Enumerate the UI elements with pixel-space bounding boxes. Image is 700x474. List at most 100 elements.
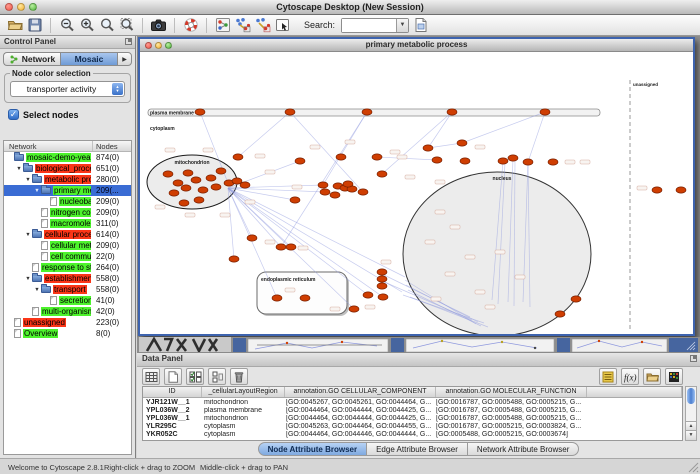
table-cell[interactable]: [GO:0016787, GO:0005488, GO:0005215, G..… bbox=[433, 440, 583, 441]
expander-icon[interactable]: ▼ bbox=[15, 166, 23, 172]
tree-row[interactable]: ▼transport558(0) bbox=[4, 284, 131, 295]
tabs-overflow-arrow[interactable]: ▶ bbox=[117, 52, 132, 66]
zoom-view-button[interactable] bbox=[165, 42, 172, 49]
unselect-attributes-icon[interactable] bbox=[208, 368, 226, 385]
tab-mosaic[interactable]: Mosaic bbox=[60, 52, 117, 66]
table-cell[interactable]: YPL036W__1 bbox=[143, 415, 201, 422]
table-row[interactable]: YPL036W__1mitochondrion[GO:0044464, GO:0… bbox=[143, 414, 682, 422]
tree-row[interactable]: mosaic-demo-yeast874(0) bbox=[4, 152, 131, 163]
tab-edge-attribute-browser[interactable]: Edge Attribute Browser bbox=[367, 442, 468, 456]
close-window-button[interactable] bbox=[5, 3, 13, 11]
node[interactable] bbox=[318, 182, 328, 188]
tree-header[interactable]: Network Nodes bbox=[4, 141, 131, 152]
table-row[interactable]: YJR121W__1mitochondrion[GO:0045267, GO:0… bbox=[143, 398, 682, 406]
tree-row[interactable]: secretion41(0) bbox=[4, 295, 131, 306]
node[interactable] bbox=[285, 109, 295, 115]
expander-icon[interactable]: ▼ bbox=[24, 276, 32, 282]
close-view-button[interactable] bbox=[145, 42, 152, 49]
tree-row[interactable]: cell communicat22(0) bbox=[4, 251, 131, 262]
node[interactable] bbox=[457, 140, 467, 146]
tree-row[interactable]: ▼cellular process614(0) bbox=[4, 229, 131, 240]
tree-row[interactable]: unassigned223(0) bbox=[4, 317, 131, 328]
zoom-window-button[interactable] bbox=[29, 3, 37, 11]
table-scrollbar[interactable]: ▲ ▼ bbox=[685, 386, 697, 441]
edge[interactable] bbox=[290, 112, 363, 192]
expander-icon[interactable]: ▼ bbox=[24, 232, 32, 238]
expander-icon[interactable]: ▼ bbox=[24, 177, 32, 183]
node[interactable] bbox=[540, 109, 550, 115]
node[interactable] bbox=[377, 269, 387, 275]
copy-network-view-icon[interactable] bbox=[234, 17, 251, 34]
node[interactable] bbox=[183, 170, 193, 176]
node[interactable] bbox=[555, 311, 565, 317]
zoom-fit-content-icon[interactable] bbox=[118, 17, 135, 34]
edge[interactable] bbox=[382, 112, 452, 174]
table-cell[interactable]: [GO:0016787, GO:0005215, GO:0003824, G..… bbox=[433, 423, 583, 430]
table-row[interactable]: YDR039C__1mitochondrion[GO:0044464, GO:0… bbox=[143, 439, 682, 441]
node[interactable] bbox=[336, 154, 346, 160]
open-file-icon[interactable] bbox=[6, 17, 23, 34]
node[interactable] bbox=[508, 155, 518, 161]
tree-row[interactable]: ▼primary metabo209(... bbox=[4, 185, 131, 196]
edge[interactable] bbox=[281, 112, 367, 247]
zoom-out-icon[interactable] bbox=[58, 17, 75, 34]
search-options-icon[interactable] bbox=[412, 17, 429, 34]
network-window-titlebar[interactable]: primary metabolic process bbox=[140, 39, 693, 52]
network-canvas[interactable]: plasma membranecytoplasmmitochondrionnuc… bbox=[140, 52, 693, 334]
copy-network-style-icon[interactable] bbox=[254, 17, 271, 34]
table-cell[interactable]: [GO:0044464, GO:0044446, GO:0044444, G..… bbox=[283, 431, 433, 438]
attribute-table-icon[interactable] bbox=[142, 368, 160, 385]
background-windows[interactable] bbox=[137, 337, 700, 352]
tree-row[interactable]: ▼biological_process651(0) bbox=[4, 163, 131, 174]
table-row[interactable]: YPL036W__2plasma membrane[GO:0044464, GO… bbox=[143, 406, 682, 414]
node[interactable] bbox=[206, 175, 216, 181]
node[interactable] bbox=[181, 185, 191, 191]
node[interactable] bbox=[163, 171, 173, 177]
import-attributes-icon[interactable] bbox=[643, 368, 661, 385]
node[interactable] bbox=[548, 159, 558, 165]
tab-network[interactable]: Network bbox=[3, 52, 60, 66]
table-cell[interactable]: [GO:0045263, GO:0044464, GO:0044455, G..… bbox=[283, 423, 433, 430]
node[interactable] bbox=[290, 197, 300, 203]
table-cell[interactable]: mitochondrion bbox=[201, 399, 283, 406]
tree-row[interactable]: macromolecule311(0) bbox=[4, 218, 131, 229]
node[interactable] bbox=[179, 200, 189, 206]
edge[interactable] bbox=[228, 188, 325, 192]
attribute-list-icon[interactable] bbox=[599, 368, 617, 385]
select-nodes-checkbox[interactable] bbox=[8, 109, 19, 120]
tree-row[interactable]: cellular metabol209(0) bbox=[4, 240, 131, 251]
edge[interactable] bbox=[528, 112, 545, 162]
node[interactable] bbox=[330, 192, 340, 198]
node[interactable] bbox=[523, 159, 533, 165]
tree-row[interactable]: nucleobase-209(0) bbox=[4, 196, 131, 207]
node[interactable] bbox=[286, 244, 296, 250]
node[interactable] bbox=[447, 109, 457, 115]
node[interactable] bbox=[377, 171, 387, 177]
table-cell[interactable]: [GO:0044464, GO:0044444, GO:0044425, G..… bbox=[283, 440, 433, 441]
table-cell[interactable]: YPL036W__2 bbox=[143, 407, 201, 414]
network-view-window[interactable]: primary metabolic process plasma membran… bbox=[138, 37, 695, 336]
expander-icon[interactable]: ▼ bbox=[33, 188, 41, 194]
search-combobox[interactable]: ▼ bbox=[341, 18, 409, 33]
edge[interactable] bbox=[238, 112, 290, 157]
node-color-dropdown[interactable]: transporter activity ▲▼ bbox=[10, 81, 125, 97]
table-cell[interactable]: YJR121W__1 bbox=[143, 399, 201, 406]
node[interactable] bbox=[233, 154, 243, 160]
select-mode-icon[interactable] bbox=[274, 17, 291, 34]
attribute-matrix-icon[interactable] bbox=[665, 368, 683, 385]
node[interactable] bbox=[211, 184, 221, 190]
table-cell[interactable]: YLR295C bbox=[143, 423, 201, 430]
table-cell[interactable]: mitochondrion bbox=[201, 440, 283, 441]
node[interactable] bbox=[198, 187, 208, 193]
node[interactable] bbox=[276, 244, 286, 250]
node[interactable] bbox=[300, 295, 310, 301]
edge[interactable] bbox=[323, 112, 367, 185]
node[interactable] bbox=[320, 189, 330, 195]
node[interactable] bbox=[423, 145, 433, 151]
node[interactable] bbox=[191, 177, 201, 183]
delete-attribute-icon[interactable] bbox=[230, 368, 248, 385]
node[interactable] bbox=[272, 295, 282, 301]
table-cell[interactable]: YKR052C bbox=[143, 431, 201, 438]
table-cell[interactable]: YDR039C__1 bbox=[143, 440, 201, 441]
dropdown-stepper-icon[interactable]: ▲▼ bbox=[112, 83, 123, 95]
